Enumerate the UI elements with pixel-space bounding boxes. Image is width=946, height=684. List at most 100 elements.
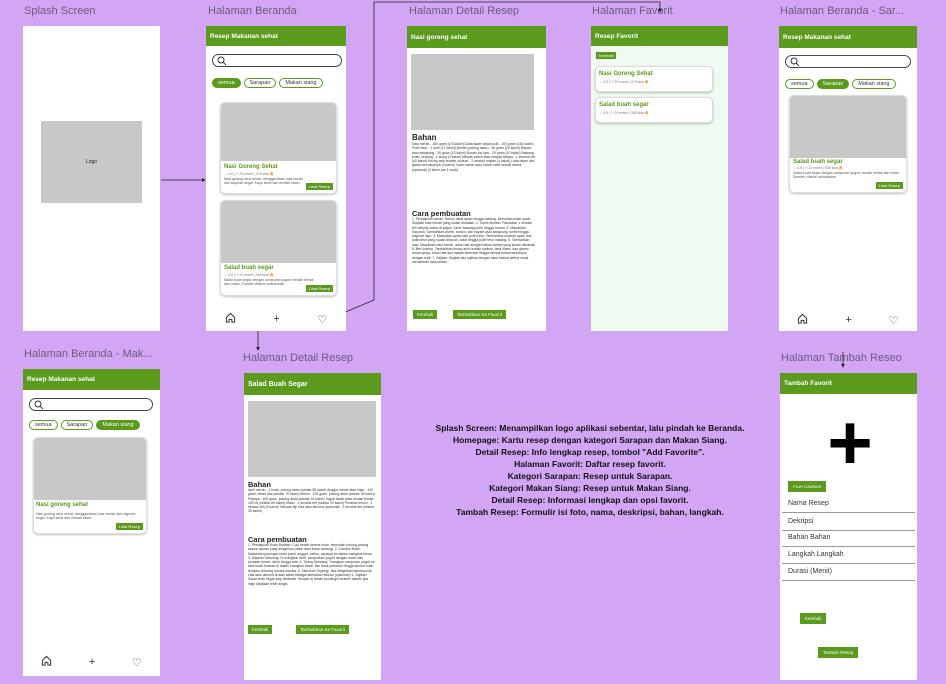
favorit-appbar: Resep Favorit (591, 26, 728, 46)
frame-title-beranda: Halaman Beranda (208, 5, 297, 17)
kembali-button[interactable]: Kembali (800, 613, 827, 624)
lihat-resep-button[interactable]: Lihat Resep (115, 523, 143, 530)
lihat-resep-button[interactable]: Lihat Resep (305, 285, 333, 292)
add-favorite-button[interactable]: Tambahkan Ke Favorit (296, 625, 350, 634)
recipe-image (221, 201, 336, 263)
appbar-title: Resep Makanan sehat (27, 376, 95, 383)
category-chips: semua Sarapan Makan siang (29, 420, 140, 430)
chip-sarapan[interactable]: Sarapan (243, 78, 277, 88)
lihat-resep-button[interactable]: Lihat Resep (875, 182, 903, 189)
category-chips: semua Sarapan Makan siang (785, 79, 896, 89)
bottom-nav: + ♡ (206, 311, 346, 327)
favorit-frame: Resep Favorit Kembali Nasi Goreng Sehat … (591, 26, 728, 331)
recipe-card[interactable]: Nasi goreng sehat Nasi goreng versi seha… (33, 437, 147, 534)
description-block: Splash Screen: Menampilkan logo aplikasi… (380, 422, 800, 518)
recipe-card[interactable]: Salad buah segar ☆ 4.5 | ⏱ 20 menit | 36… (789, 95, 907, 193)
bahan-text: Apel merah - 1 buah, potong dadu (sekita… (248, 488, 376, 514)
appbar-title: Nasi goreng sehat (411, 33, 468, 41)
bahan-heading: Bahan (412, 133, 437, 142)
recipe-desc: Salad buah segar dengan campuran yogurt … (793, 171, 901, 180)
home-icon[interactable] (225, 312, 236, 326)
bahan-text: Nasi merah - 150 gram (1/3 kalori) Dada … (412, 142, 536, 172)
favorite-title: Salad buah segar (599, 102, 649, 108)
recipe-card[interactable]: Salad buah segar ☆ 4.5 | ⏱ 20 menit | 36… (220, 200, 337, 296)
description-line: Tambah Resep: Formulir isi foto, nama, d… (456, 507, 724, 517)
chip-makan-siang[interactable]: Makan siang (852, 79, 896, 89)
favorite-meta: ☆ 4.5 | ⏱ 20 menit | 475 kkal 🔥 (599, 80, 650, 84)
appbar-title: Resep Favorit (595, 32, 638, 40)
favorite-item[interactable]: Salad buah segar ☆ 4.5 | ⏱ 20 menit | 36… (595, 97, 713, 123)
bahan-field[interactable]: Bahan Bahan (782, 529, 915, 547)
frame-title-beranda-makan: Halaman Beranda - Mak... (24, 348, 153, 360)
beranda-appbar: Resep Makanan sehat (23, 369, 160, 390)
add-icon[interactable]: + (273, 313, 279, 325)
description-line: Kategori Sarapan: Resep untuk Sarapan. (507, 471, 673, 481)
kembali-button[interactable]: Kembali (248, 625, 273, 634)
kembali-button[interactable]: Kembali (596, 52, 617, 59)
heart-icon[interactable]: ♡ (317, 313, 327, 326)
cara-text: 1. Persiapkan bahan: Rebus dada ayam hin… (412, 217, 536, 264)
beranda-appbar: Resep Makanan sehat (206, 26, 346, 46)
beranda-makan-frame: Resep Makanan sehat semua Sarapan Makan … (23, 369, 160, 676)
recipe-card[interactable]: Nasi Goreng Sehat ☆ 4.5 | ⏱ 20 menit | 4… (220, 102, 337, 194)
favorite-title: Nasi Goreng Sehat (599, 71, 653, 77)
home-icon[interactable] (41, 655, 52, 669)
detail-resep-frame: Nasi goreng sehat Bahan Nasi merah - 150… (407, 26, 546, 331)
add-icon[interactable]: + (845, 314, 851, 326)
kembali-button[interactable]: Kembali (413, 310, 438, 319)
chip-semua[interactable]: semua (785, 79, 814, 89)
search-icon (34, 400, 44, 410)
appbar-title: Tambah Favorit (784, 380, 832, 387)
search-input[interactable] (212, 54, 342, 67)
description-line: Splash Screen: Menampilkan logo aplikasi… (435, 423, 745, 433)
appbar-title: Salad Buah Segar (248, 380, 308, 388)
add-favorite-button[interactable]: Tambahkan Ke Favorit (453, 310, 507, 319)
heart-icon[interactable]: ♡ (889, 314, 899, 327)
description-line: Kategori Makan Siang: Resep untuk Makan … (489, 483, 691, 493)
chip-makan-siang[interactable]: Makan siang (96, 420, 140, 430)
recipe-desc: Nasi goreng versi sehat, menggunakan nas… (224, 177, 304, 186)
appbar-title: Resep Makanan sehat (210, 32, 278, 40)
recipe-title: Nasi goreng sehat (36, 502, 89, 508)
description-line: Detail Resep: Info lengkap resep, tombol… (475, 447, 705, 457)
add-icon[interactable]: + (89, 656, 95, 668)
logo-placeholder: Logo (41, 121, 142, 203)
recipe-title: Nasi Goreng Sehat (224, 164, 278, 170)
beranda-sarapan-frame: Resep Makanan sehat semua Sarapan Makan … (779, 26, 917, 331)
favorite-meta: ☆ 4.5 | ⏱ 20 menit | 365 kkal 🔥 (599, 111, 650, 115)
category-chips: semua Sarapan Makan siang (212, 78, 323, 88)
favorite-item[interactable]: Nasi Goreng Sehat ☆ 4.5 | ⏱ 20 menit | 4… (595, 66, 713, 92)
lihat-resep-button[interactable]: Lihat Resep (305, 183, 333, 190)
heart-icon[interactable]: ♡ (132, 656, 142, 669)
search-input[interactable] (785, 55, 911, 68)
search-input[interactable] (29, 398, 153, 411)
recipe-desc: Nasi goreng versi sehat, menggunakan nas… (36, 512, 136, 521)
home-icon[interactable] (797, 313, 808, 327)
durasi-field[interactable]: Durasi (Menit) (782, 563, 915, 581)
beranda-appbar: Resep Makanan sehat (779, 26, 917, 48)
logo-label: Logo (85, 159, 98, 165)
description-line: Detail Resep: Informasi lengkap dan opsi… (491, 495, 689, 505)
tambah-resep-button[interactable]: Tambah Resep (818, 647, 859, 658)
chip-sarapan[interactable]: Sarapan (60, 420, 94, 430)
search-icon (217, 56, 227, 66)
detail-appbar: Salad Buah Segar (244, 373, 381, 395)
recipe-image (34, 438, 146, 500)
description-line: Halaman Favorit: Daftar resep favorit. (514, 459, 666, 469)
nama-resep-field[interactable]: Nama Resep (782, 495, 915, 513)
chip-semua[interactable]: semua (212, 78, 241, 88)
chip-sarapan[interactable]: Sarapan (816, 79, 850, 89)
recipe-image (221, 103, 336, 161)
recipe-title: Salad buah segar (224, 265, 274, 271)
add-image-icon[interactable]: + (820, 403, 880, 481)
chip-semua[interactable]: semua (29, 420, 58, 430)
detail-appbar: Nasi goreng sehat (407, 26, 546, 48)
frame-title-beranda-sarapan: Halaman Beranda - Sar... (780, 5, 905, 17)
detail-resep-salad-frame: Salad Buah Segar Bahan Apel merah - 1 bu… (244, 373, 381, 680)
frame-title-detail-2: Halaman Detail Resep (243, 352, 354, 364)
splash-screen-frame: Logo (23, 26, 160, 331)
langkah-field[interactable]: Langkah Langkah (782, 546, 915, 564)
appbar-title: Resep Makanan sehat (783, 33, 851, 41)
search-icon (790, 57, 800, 67)
chip-makan-siang[interactable]: Makan siang (279, 78, 323, 88)
